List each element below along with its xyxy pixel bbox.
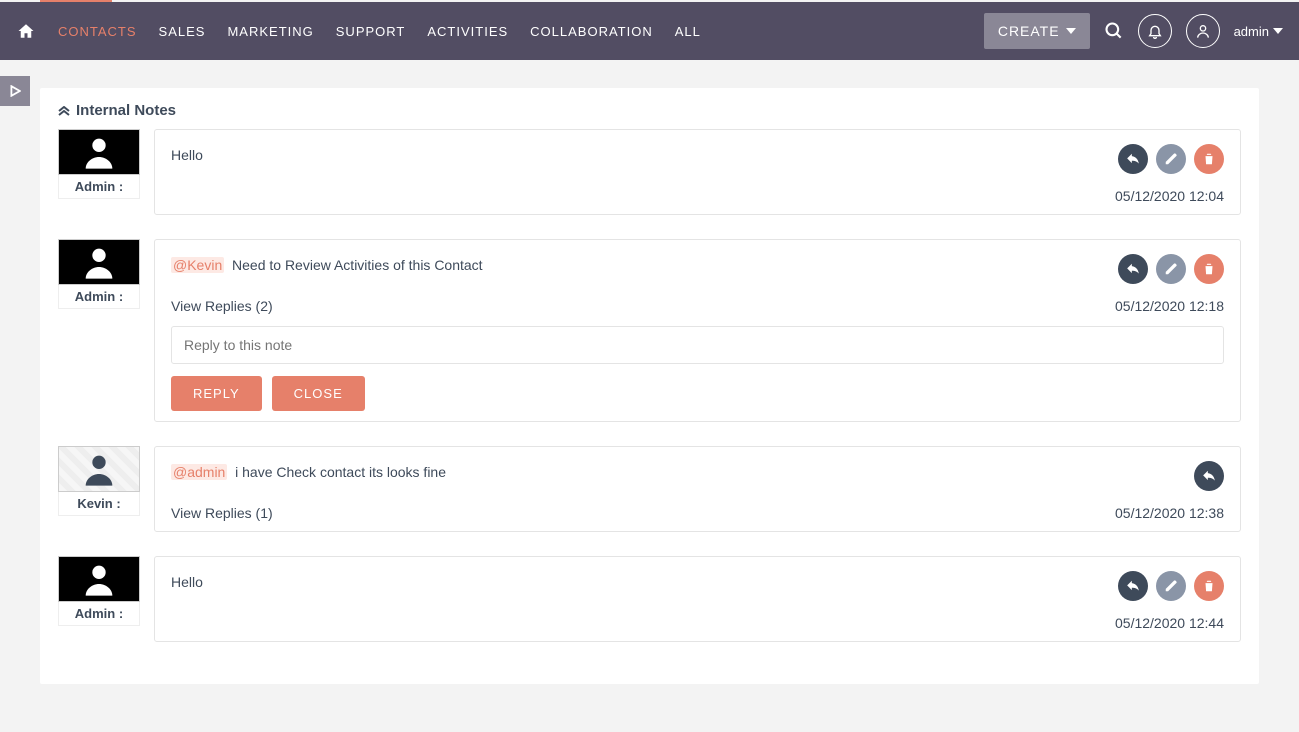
note-row: Admin : Hello 05/12/2020 12:04 <box>58 129 1241 215</box>
reply-buttons: REPLY CLOSE <box>171 376 1224 411</box>
caret-down-icon <box>1273 28 1283 34</box>
author-name: Admin : <box>58 602 140 626</box>
note-row: Admin : Hello 05/12/2020 12:44 <box>58 556 1241 642</box>
note-text: @admin i have Check contact its looks fi… <box>171 461 446 483</box>
internal-notes-panel: Internal Notes Admin : Hello 05/12/2020 12… <box>40 88 1259 684</box>
note-delete-button[interactable] <box>1194 254 1224 284</box>
panel-heading[interactable]: Internal Notes <box>58 102 1241 119</box>
create-button-label: CREATE <box>998 23 1060 39</box>
note-reply-button[interactable] <box>1118 254 1148 284</box>
author-name: Kevin : <box>58 492 140 516</box>
note-row: Kevin : @admin i have Check contact its l… <box>58 446 1241 532</box>
reply-button[interactable]: REPLY <box>171 376 262 411</box>
note-edit-button[interactable] <box>1156 144 1186 174</box>
search-icon[interactable] <box>1104 21 1124 41</box>
navbar-right: CREATE admin <box>984 13 1283 49</box>
reply-input[interactable] <box>171 326 1224 364</box>
note-reply-button[interactable] <box>1118 144 1148 174</box>
nav-all[interactable]: ALL <box>675 24 701 39</box>
caret-down-icon <box>1066 28 1076 34</box>
panel-title: Internal Notes <box>76 102 176 119</box>
user-menu[interactable]: admin <box>1234 24 1283 39</box>
author-box: Admin : <box>58 556 140 626</box>
avatar <box>58 556 140 602</box>
mention[interactable]: @Kevin <box>171 257 224 273</box>
nav-marketing[interactable]: MARKETING <box>227 24 313 39</box>
nav-collaboration[interactable]: COLLABORATION <box>530 24 653 39</box>
author-box: Admin : <box>58 239 140 309</box>
user-menu-label: admin <box>1234 24 1269 39</box>
note-card: @admin i have Check contact its looks fi… <box>154 446 1241 532</box>
notes-container: Admin : Hello 05/12/2020 12:04 Admin : @Kevi… <box>58 129 1241 642</box>
note-edit-button[interactable] <box>1156 571 1186 601</box>
note-timestamp: 05/12/2020 12:04 <box>1115 188 1224 204</box>
view-replies-link[interactable]: View Replies (1) <box>171 505 273 521</box>
view-replies-link[interactable]: View Replies (2) <box>171 298 273 314</box>
avatar <box>58 239 140 285</box>
note-actions <box>1118 144 1224 174</box>
nav-sales[interactable]: SALES <box>159 24 206 39</box>
note-row: Admin : @Kevin Need to Review Activities … <box>58 239 1241 422</box>
note-delete-button[interactable] <box>1194 571 1224 601</box>
note-reply-button[interactable] <box>1118 571 1148 601</box>
note-edit-button[interactable] <box>1156 254 1186 284</box>
triangle-right-icon <box>9 85 21 97</box>
author-name: Admin : <box>58 175 140 199</box>
author-name: Admin : <box>58 285 140 309</box>
notifications-icon[interactable] <box>1138 14 1172 48</box>
note-timestamp: 05/12/2020 12:44 <box>1115 615 1224 631</box>
profile-icon[interactable] <box>1186 14 1220 48</box>
note-delete-button[interactable] <box>1194 144 1224 174</box>
note-text: @Kevin Need to Review Activities of this… <box>171 254 483 276</box>
note-card: @Kevin Need to Review Activities of this… <box>154 239 1241 422</box>
note-actions <box>1194 461 1224 491</box>
home-icon[interactable] <box>16 22 36 40</box>
create-button[interactable]: CREATE <box>984 13 1090 49</box>
author-box: Kevin : <box>58 446 140 516</box>
note-actions <box>1118 254 1224 284</box>
nav-support[interactable]: SUPPORT <box>336 24 406 39</box>
side-toggle[interactable] <box>0 76 30 106</box>
nav-activities[interactable]: ACTIVITIES <box>427 24 508 39</box>
note-reply-button[interactable] <box>1194 461 1224 491</box>
note-card: Hello 05/12/2020 12:44 <box>154 556 1241 642</box>
note-actions <box>1118 571 1224 601</box>
mention[interactable]: @admin <box>171 464 227 480</box>
note-text: Hello <box>171 144 203 166</box>
navbar-left: CONTACTS SALES MARKETING SUPPORT ACTIVIT… <box>16 22 701 40</box>
chevron-up-icon <box>58 106 70 116</box>
note-timestamp: 05/12/2020 12:38 <box>1115 505 1224 521</box>
note-text: Hello <box>171 571 203 593</box>
avatar <box>58 446 140 492</box>
note-timestamp: 05/12/2020 12:18 <box>1115 298 1224 314</box>
author-box: Admin : <box>58 129 140 199</box>
close-button[interactable]: CLOSE <box>272 376 365 411</box>
avatar <box>58 129 140 175</box>
nav-contacts[interactable]: CONTACTS <box>58 24 137 39</box>
navbar: CONTACTS SALES MARKETING SUPPORT ACTIVIT… <box>0 2 1299 60</box>
note-card: Hello 05/12/2020 12:04 <box>154 129 1241 215</box>
